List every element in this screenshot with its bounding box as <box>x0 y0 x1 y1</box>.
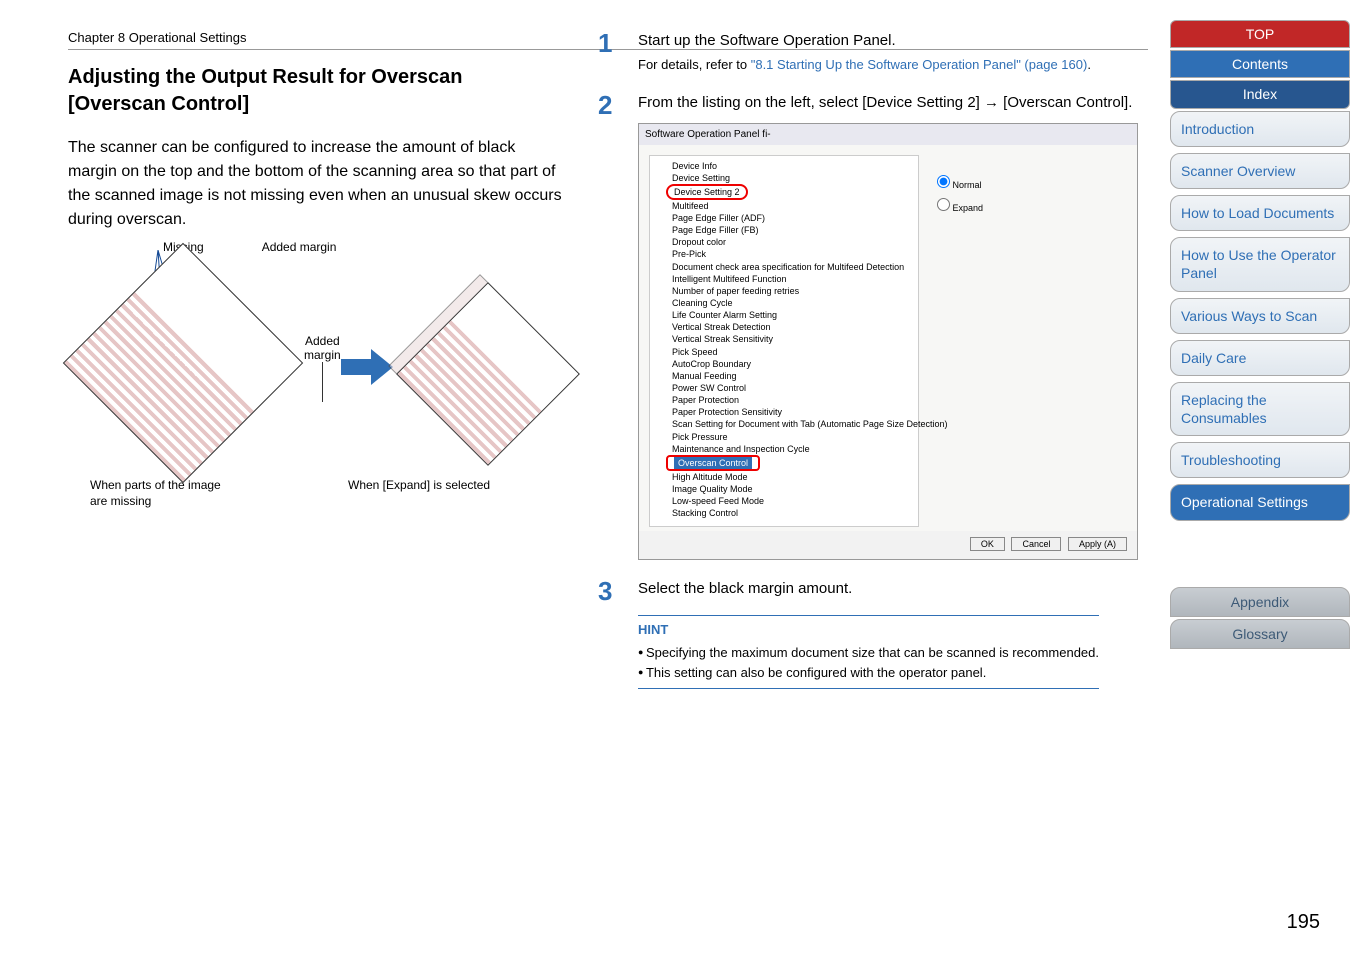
apply-button[interactable]: Apply (A) <box>1068 537 1127 551</box>
tree-item[interactable]: Device Setting 2 <box>656 184 912 200</box>
software-operation-panel-window: Software Operation Panel fi- Device Info… <box>638 123 1138 561</box>
tree-item[interactable]: Paper Protection <box>656 394 912 406</box>
tab-appendix[interactable]: Appendix <box>1170 587 1350 617</box>
step1-detail-prefix: For details, refer to <box>638 57 751 72</box>
tree-item[interactable]: Pre-Pick <box>656 248 912 260</box>
sop-titlebar: Software Operation Panel fi- <box>639 124 1137 145</box>
hint-title: HINT <box>638 620 1099 640</box>
step1-text: Start up the Software Operation Panel. <box>638 32 896 49</box>
overscan-diagram: Missing Added margin Added <box>68 240 568 509</box>
tab-various-ways[interactable]: Various Ways to Scan <box>1170 298 1350 334</box>
tree-item[interactable]: Manual Feeding <box>656 370 912 382</box>
tree-item[interactable]: Page Edge Filler (FB) <box>656 224 912 236</box>
tree-item[interactable]: Intelligent Multifeed Function <box>656 273 912 285</box>
page-number: 195 <box>1287 911 1320 934</box>
sidebar-nav: TOP Contents Index Introduction Scanner … <box>1170 0 1350 954</box>
tree-item[interactable]: Page Edge Filler (ADF) <box>656 212 912 224</box>
tree-item[interactable]: Vertical Streak Detection <box>656 321 912 333</box>
tab-index[interactable]: Index <box>1170 80 1350 108</box>
tab-top[interactable]: TOP <box>1170 20 1350 48</box>
ok-button[interactable]: OK <box>970 537 1005 551</box>
tab-glossary[interactable]: Glossary <box>1170 619 1350 649</box>
lozenge-missing <box>63 243 303 483</box>
tab-consumables[interactable]: Replacing the Consumables <box>1170 382 1350 436</box>
tree-item[interactable]: Device Info <box>656 160 912 172</box>
tree-item[interactable]: Multifeed <box>656 200 912 212</box>
tab-daily-care[interactable]: Daily Care <box>1170 340 1350 376</box>
added-margin-label: Added margin <box>262 240 337 254</box>
tab-how-to-load[interactable]: How to Load Documents <box>1170 195 1350 231</box>
caption-missing-1: When parts of the image <box>90 478 221 492</box>
tab-operational-settings[interactable]: Operational Settings <box>1170 484 1350 520</box>
section-title: Adjusting the Output Result for Overscan… <box>68 64 568 118</box>
step2-prefix: From the listing on the left, select [De… <box>638 94 984 111</box>
tree-item[interactable]: Pick Speed <box>656 346 912 358</box>
added-block-line2: margin <box>304 348 341 362</box>
tree-item[interactable]: Power SW Control <box>656 382 912 394</box>
tree-item[interactable]: Image Quality Mode <box>656 483 912 495</box>
step2-arrow-icon: → <box>984 94 999 111</box>
added-block-line1: Added <box>305 334 340 348</box>
cancel-button[interactable]: Cancel <box>1011 537 1061 551</box>
tree-item[interactable]: Stacking Control <box>656 507 912 519</box>
section-title-line2: [Overscan Control] <box>68 93 249 115</box>
tab-contents[interactable]: Contents <box>1170 50 1350 78</box>
caption-missing-2: are missing <box>90 494 151 508</box>
tab-introduction[interactable]: Introduction <box>1170 111 1350 147</box>
step2-suffix: [Overscan Control]. <box>999 94 1132 111</box>
step1-detail-suffix: . <box>1087 57 1091 72</box>
tree-item[interactable]: Paper Protection Sensitivity <box>656 406 912 418</box>
tree-item[interactable]: Scan Setting for Document with Tab (Auto… <box>656 418 912 430</box>
sop-tree[interactable]: Device Info Device Setting Device Settin… <box>649 155 919 527</box>
caption-expand: When [Expand] is selected <box>348 478 490 509</box>
arrow-icon <box>341 349 393 390</box>
tree-item[interactable]: Pick Pressure <box>656 431 912 443</box>
tab-scanner-overview[interactable]: Scanner Overview <box>1170 153 1350 189</box>
section-title-line1: Adjusting the Output Result for Overscan <box>68 66 462 88</box>
tree-item[interactable]: Life Counter Alarm Setting <box>656 309 912 321</box>
radio-expand[interactable]: Expand <box>937 198 983 216</box>
tree-item[interactable]: AutoCrop Boundary <box>656 358 912 370</box>
tree-item[interactable]: Document check area specification for Mu… <box>656 261 912 273</box>
tree-item[interactable]: Device Setting <box>656 172 912 184</box>
step-number-3: 3 <box>598 578 624 693</box>
hint-box: HINT Specifying the maximum document siz… <box>638 615 1099 690</box>
tab-operator-panel[interactable]: How to Use the Operator Panel <box>1170 237 1350 291</box>
tree-item-selected[interactable]: Overscan Control <box>656 455 912 471</box>
tree-item[interactable]: Cleaning Cycle <box>656 297 912 309</box>
hint-item: This setting can also be configured with… <box>638 663 1099 683</box>
step-number-2: 2 <box>598 92 624 560</box>
tree-item[interactable]: Maintenance and Inspection Cycle <box>656 443 912 455</box>
tree-item[interactable]: High Altitude Mode <box>656 471 912 483</box>
step-number-1: 1 <box>598 30 624 74</box>
tree-item[interactable]: Vertical Streak Sensitivity <box>656 333 912 345</box>
hint-item: Specifying the maximum document size tha… <box>638 643 1099 663</box>
step1-link[interactable]: "8.1 Starting Up the Software Operation … <box>751 57 1088 72</box>
tree-item[interactable]: Low-speed Feed Mode <box>656 495 912 507</box>
tab-troubleshooting[interactable]: Troubleshooting <box>1170 442 1350 478</box>
lozenge-expand <box>396 282 580 466</box>
radio-normal[interactable]: Normal <box>937 175 983 193</box>
step3-text: Select the black margin amount. <box>638 580 852 597</box>
tree-item[interactable]: Number of paper feeding retries <box>656 285 912 297</box>
intro-paragraph: The scanner can be configured to increas… <box>68 136 568 232</box>
tree-item[interactable]: Dropout color <box>656 236 912 248</box>
